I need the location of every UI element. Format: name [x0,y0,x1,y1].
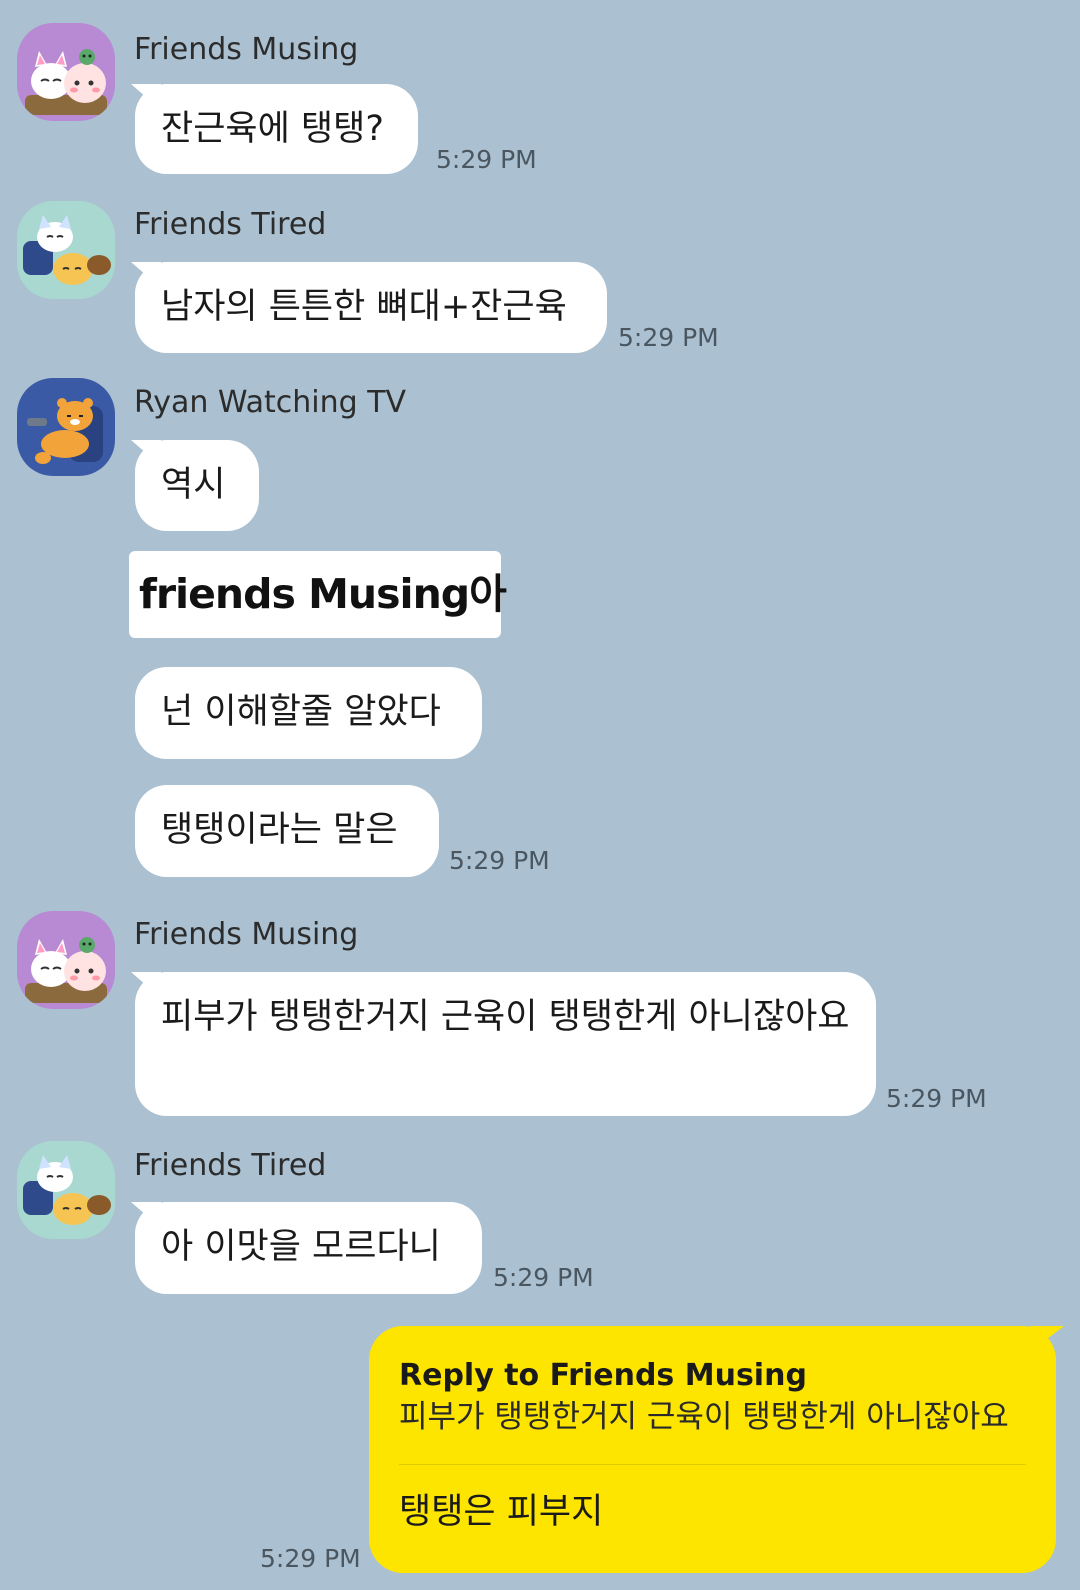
reply-message-bubble[interactable]: Reply to Friends Musing 피부가 탱탱한거지 근육이 탱탱… [369,1326,1056,1573]
reply-text: 탱탱은 피부지 [399,1492,604,1532]
message-time: 5:29 PM [618,323,719,352]
friends-musing-avatar[interactable] [17,23,115,121]
message-text: 남자의 튼튼한 뼈대+잔근육 [161,287,567,327]
reply-divider [399,1464,1026,1465]
message-text: 아 이맛을 모르다니 [161,1227,441,1267]
reply-to-label[interactable]: Reply to Friends Musing [399,1356,1026,1396]
tired-avatar-icon [17,201,115,299]
sender-name: Ryan Watching TV [134,385,407,420]
message-time: 5:29 PM [436,145,537,174]
friends-tired-avatar[interactable] [17,201,115,299]
sender-name: Friends Musing [134,32,359,67]
quoted-message[interactable]: 피부가 탱탱한거지 근육이 탱탱한게 아니잖아요 [399,1396,1026,1438]
message-time: 5:29 PM [886,1084,987,1113]
message-bubble[interactable]: 남자의 튼튼한 뼈대+잔근육 [135,262,607,353]
message-text: 탱탱이라는 말은 [161,810,398,850]
sender-name: Friends Musing [134,917,359,952]
sender-name: Friends Tired [134,207,327,242]
message-bubble[interactable]: 피부가 탱탱한거지 근육이 탱탱한게 아니잖아요 [135,972,876,1116]
message-bubble[interactable]: 역시 [135,440,259,531]
friends-musing-avatar[interactable] [17,911,115,1009]
message-bubble[interactable]: 아 이맛을 모르다니 [135,1202,482,1294]
mention-message[interactable]: friends Musing아 [129,551,507,638]
ryan-avatar-icon [17,378,115,476]
message-time: 5:29 PM [449,846,550,875]
tired-avatar-icon [17,1141,115,1239]
message-text: 역시 [161,465,226,505]
message-time: 5:29 PM [493,1263,594,1292]
message-bubble[interactable]: 잔근육에 탱탱? [135,84,418,174]
message-time: 5:29 PM [260,1544,361,1573]
musing-avatar-icon [17,911,115,1009]
musing-avatar-icon [17,23,115,121]
message-text: 넌 이해할줄 알았다 [161,692,441,732]
ryan-watching-tv-avatar[interactable] [17,378,115,476]
friends-tired-avatar[interactable] [17,1141,115,1239]
chat-window: Friends Musing 잔근육에 탱탱? 5:29 PM Friends … [0,0,1080,1590]
message-text: 잔근육에 탱탱? [161,109,384,149]
message-bubble[interactable]: 탱탱이라는 말은 [135,785,439,877]
message-bubble[interactable]: 넌 이해할줄 알았다 [135,667,482,759]
message-text: 피부가 탱탱한거지 근육이 탱탱한게 아니잖아요 [161,997,850,1037]
sender-name: Friends Tired [134,1148,327,1183]
